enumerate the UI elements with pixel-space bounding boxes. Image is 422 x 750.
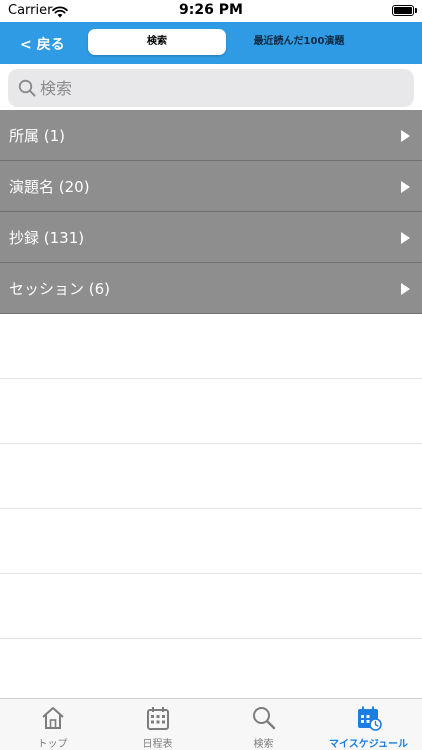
empty-row bbox=[0, 314, 422, 379]
empty-row bbox=[0, 574, 422, 639]
tab-my-schedule[interactable]: マイスケジュール bbox=[316, 699, 421, 750]
status-bar: Carrier 9:26 PM bbox=[0, 0, 422, 22]
chevron-right-icon bbox=[401, 181, 410, 193]
category-row-title[interactable]: 演題名 (20) bbox=[0, 161, 422, 212]
category-row-abstract[interactable]: 抄録 (131) bbox=[0, 212, 422, 263]
back-button[interactable]: < 戻る bbox=[20, 34, 65, 54]
search-icon bbox=[18, 79, 36, 101]
segment-search[interactable]: 検索 bbox=[88, 29, 226, 55]
search-area bbox=[0, 64, 422, 110]
category-row-affiliation[interactable]: 所属 (1) bbox=[0, 110, 422, 161]
category-label: 抄録 (131) bbox=[9, 229, 85, 247]
status-time: 9:26 PM bbox=[179, 2, 243, 18]
category-label: 演題名 (20) bbox=[9, 178, 90, 196]
chevron-right-icon bbox=[401, 283, 410, 295]
segmented-control: 検索 最近読んだ100演題 bbox=[86, 27, 372, 57]
empty-row bbox=[0, 444, 422, 509]
chevron-right-icon bbox=[401, 232, 410, 244]
empty-result-list bbox=[0, 314, 422, 698]
category-row-session[interactable]: セッション (6) bbox=[0, 263, 422, 314]
category-label: 所属 (1) bbox=[9, 127, 66, 145]
empty-row bbox=[0, 379, 422, 444]
chevron-right-icon bbox=[401, 130, 410, 142]
segment-recent-100[interactable]: 最近読んだ100演題 bbox=[228, 29, 370, 55]
tab-top[interactable]: トップ bbox=[0, 699, 105, 750]
empty-row bbox=[0, 509, 422, 574]
search-input[interactable] bbox=[40, 69, 400, 107]
tab-label: 検索 bbox=[253, 739, 274, 750]
tab-bar: トップ 日程表 検索 マイスケジュール bbox=[0, 698, 422, 750]
calendar-grid-icon bbox=[145, 705, 171, 731]
tab-label: 日程表 bbox=[142, 739, 173, 750]
tab-search[interactable]: 検索 bbox=[211, 699, 316, 750]
tab-label: トップ bbox=[37, 739, 68, 750]
search-field[interactable] bbox=[8, 69, 414, 107]
tab-schedule[interactable]: 日程表 bbox=[105, 699, 210, 750]
home-icon bbox=[40, 705, 66, 731]
navigation-bar: < 戻る 検索 最近読んだ100演題 bbox=[0, 22, 422, 64]
category-label: セッション (6) bbox=[9, 280, 111, 298]
calendar-clock-icon bbox=[356, 705, 382, 731]
tab-label: マイスケジュール bbox=[329, 739, 408, 750]
battery-icon bbox=[392, 5, 417, 16]
search-icon bbox=[251, 705, 277, 731]
category-list: 所属 (1) 演題名 (20) 抄録 (131) セッション (6) bbox=[0, 110, 422, 314]
